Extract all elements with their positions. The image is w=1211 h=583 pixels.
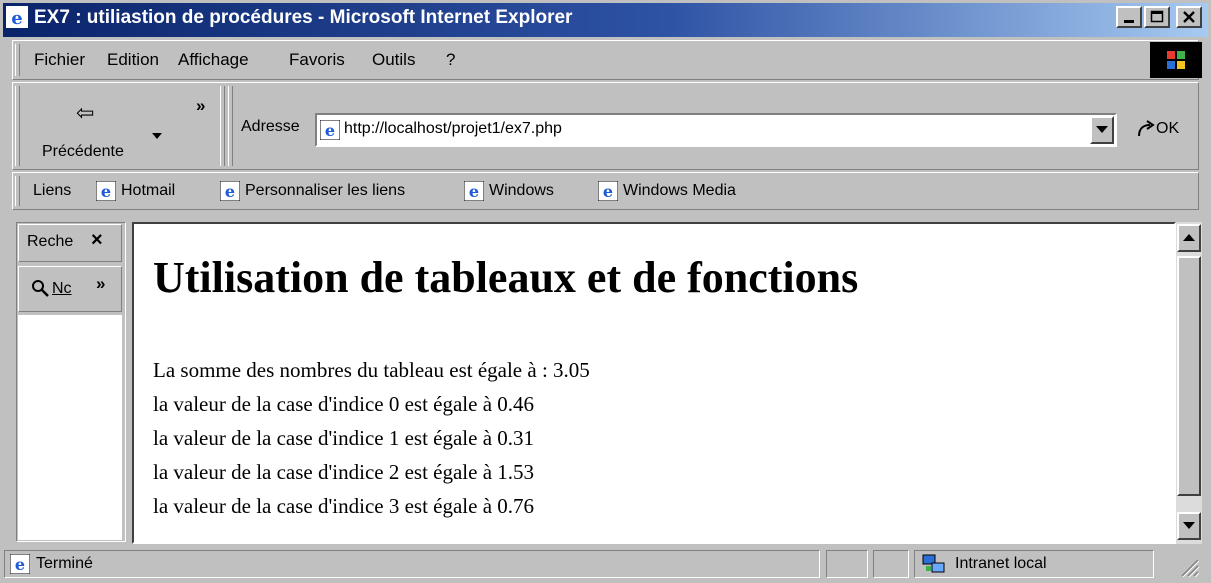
windows-logo-icon: [1150, 42, 1202, 78]
chevron-down-icon: [1183, 522, 1195, 529]
svg-text:e: e: [603, 182, 613, 201]
status-panel: [873, 550, 909, 578]
link-windows-media[interactable]: Windows Media: [623, 182, 736, 200]
page-ie-icon: e: [319, 119, 341, 145]
status-panel: [826, 550, 868, 578]
zone-label: Intranet local: [955, 555, 1047, 572]
explorer-body: [18, 315, 122, 540]
address-label: Adresse: [241, 118, 300, 135]
search-pane-label: Reche: [27, 233, 74, 250]
search-icon: [30, 278, 50, 303]
chevron-down-icon: [1096, 126, 1108, 133]
ie-logo-icon: e: [95, 180, 117, 206]
status-text-panel: [4, 550, 820, 578]
menu-favorites[interactable]: Favoris: [289, 50, 345, 70]
close-icon: [1183, 11, 1195, 23]
resize-grip[interactable]: [1178, 556, 1200, 583]
result-sum: La somme des nombres du tableau est égal…: [153, 358, 590, 382]
link-windows[interactable]: Windows: [489, 182, 554, 200]
intranet-zone-icon: [922, 553, 946, 580]
minimize-icon: [1124, 20, 1134, 23]
ie-logo-icon: e: [9, 553, 31, 579]
toolbar-separator: [220, 86, 225, 166]
status-text: Terminé: [36, 555, 93, 572]
back-button-label: Précédente: [42, 143, 124, 160]
menu-tools[interactable]: Outils: [372, 50, 415, 70]
page-title: Utilisation de tableaux et de fonctions: [153, 253, 859, 302]
go-arrow-icon: [1136, 120, 1156, 145]
back-dropdown-arrow[interactable]: [152, 124, 162, 144]
links-grip[interactable]: [15, 176, 20, 206]
svg-text:e: e: [15, 555, 25, 574]
close-icon[interactable]: ×: [91, 229, 103, 252]
menu-grip[interactable]: [15, 44, 20, 76]
ie-logo-icon: e: [463, 180, 485, 206]
new-search-label: Nc: [52, 280, 72, 297]
scroll-up-button[interactable]: [1177, 224, 1201, 252]
svg-text:e: e: [11, 8, 22, 28]
svg-text:e: e: [101, 182, 111, 201]
window-title: EX7 : utiliastion de procédures - Micros…: [34, 7, 573, 28]
scroll-thumb[interactable]: [1177, 256, 1201, 496]
back-arrow-icon: ⇦: [76, 100, 95, 125]
ie-logo-icon: e: [6, 6, 28, 29]
go-button[interactable]: OK: [1156, 120, 1179, 138]
svg-text:e: e: [225, 182, 235, 201]
address-grip[interactable]: [228, 86, 233, 166]
toolbar-grip[interactable]: [15, 86, 20, 166]
address-dropdown-button[interactable]: [1090, 116, 1114, 144]
result-line-2: la valeur de la case d'indice 2 est égal…: [153, 460, 535, 484]
svg-text:e: e: [325, 121, 335, 140]
link-hotmail[interactable]: Hotmail: [121, 182, 175, 200]
menu-file[interactable]: Fichier: [34, 50, 85, 70]
menu-edit[interactable]: Edition: [107, 50, 159, 70]
result-line-1: la valeur de la case d'indice 1 est égal…: [153, 426, 535, 450]
result-line-0: la valeur de la case d'indice 0 est égal…: [153, 392, 535, 416]
toolbar-more-button[interactable]: »: [196, 96, 205, 116]
ie-logo-icon: e: [597, 180, 619, 206]
menu-view[interactable]: Affichage: [178, 50, 249, 70]
explorer-more-button[interactable]: »: [96, 274, 105, 294]
result-line-3: la valeur de la case d'indice 3 est égal…: [153, 494, 535, 518]
maximize-button[interactable]: [1144, 6, 1170, 28]
link-customize[interactable]: Personnaliser les liens: [245, 182, 405, 200]
close-button[interactable]: [1176, 6, 1202, 28]
menu-help[interactable]: ?: [446, 50, 455, 70]
ie-logo-icon: e: [219, 180, 241, 206]
chevron-up-icon: [1183, 234, 1195, 241]
scroll-down-button[interactable]: [1177, 512, 1201, 540]
address-value: http://localhost/projet1/ex7.php: [344, 120, 562, 137]
svg-text:e: e: [469, 182, 479, 201]
minimize-button[interactable]: [1116, 6, 1142, 28]
links-label: Liens: [33, 182, 72, 199]
maximize-icon: [1150, 10, 1164, 23]
